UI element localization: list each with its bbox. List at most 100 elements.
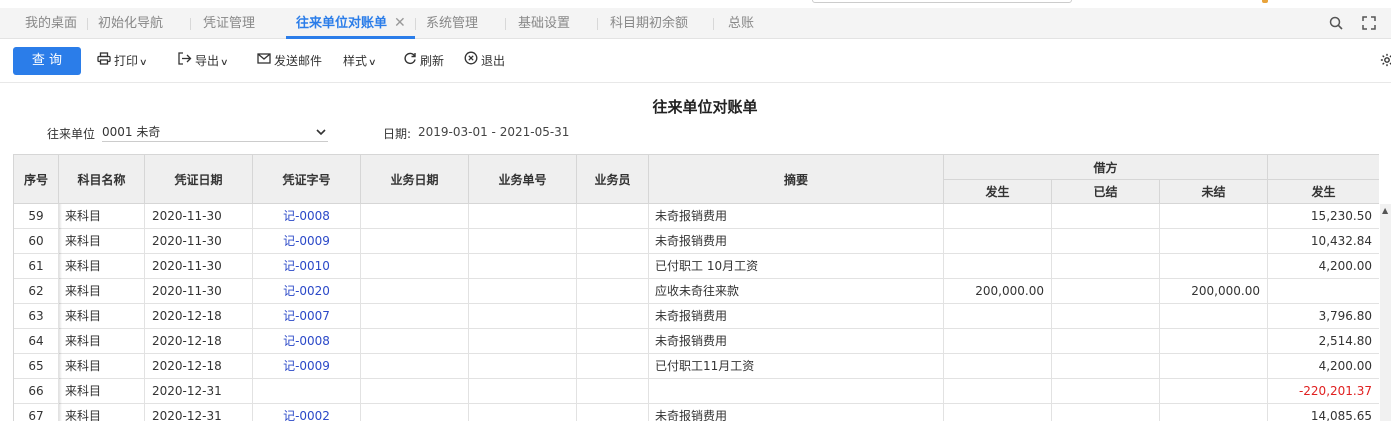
tab-init-nav[interactable]: 初始化导航 bbox=[98, 8, 163, 39]
cell-debit-amount bbox=[944, 404, 1052, 421]
cell-biz-date bbox=[361, 304, 469, 329]
send-email-button[interactable]: 发送邮件 bbox=[257, 40, 322, 83]
style-button[interactable]: 样式∨ bbox=[343, 40, 377, 83]
header-debit-settled[interactable]: 已结 bbox=[1052, 179, 1160, 203]
cell-credit-amount: 4,200.00 bbox=[1268, 254, 1379, 279]
cell-account: 来科目 bbox=[59, 354, 145, 379]
cell-account: 来科目 bbox=[59, 404, 145, 421]
header-staff[interactable]: 业务员 bbox=[577, 155, 649, 203]
cell-debit-settled bbox=[1052, 404, 1160, 421]
tab-basic-settings[interactable]: 基础设置 bbox=[518, 8, 570, 39]
cell-summary: 已付职工11月工资 bbox=[649, 354, 944, 379]
table-row[interactable]: 62 来科目 2020-11-30 记-0020 应收未奇往来款 200,000.00 20… bbox=[14, 279, 1379, 304]
cell-summary: 未奇报销费用 bbox=[649, 204, 944, 229]
search-icon[interactable] bbox=[1329, 16, 1343, 34]
cell-debit-unsettled bbox=[1160, 379, 1268, 404]
query-button[interactable]: 查 询 bbox=[13, 47, 81, 75]
gear-icon[interactable] bbox=[1380, 52, 1391, 72]
chevron-down-icon bbox=[316, 122, 326, 142]
cell-biz-date bbox=[361, 379, 469, 404]
date-range-value: 2019-03-01 - 2021-05-31 bbox=[418, 125, 570, 139]
refresh-button[interactable]: 刷新 bbox=[403, 40, 444, 83]
cell-voucher-date: 2020-12-18 bbox=[145, 304, 253, 329]
cell-debit-unsettled bbox=[1160, 304, 1268, 329]
unit-select[interactable]: 0001 未奇 bbox=[102, 122, 328, 142]
cell-seq: 64 bbox=[14, 329, 59, 354]
tab-voucher-mgmt[interactable]: 凭证管理 bbox=[203, 8, 255, 39]
cell-voucher-no[interactable]: 记-0007 bbox=[253, 304, 361, 329]
header-debit-amount[interactable]: 发生 bbox=[944, 179, 1052, 203]
cell-credit-amount: 4,200.00 bbox=[1268, 354, 1379, 379]
cell-credit-amount: 15,230.50 bbox=[1268, 204, 1379, 229]
cell-account: 来科目 bbox=[59, 304, 145, 329]
table-row[interactable]: 61 来科目 2020-11-30 记-0010 已付职工 10月工资 4,200.00 bbox=[14, 254, 1379, 279]
cell-summary: 未奇报销费用 bbox=[649, 329, 944, 354]
cell-voucher-date: 2020-12-31 bbox=[145, 379, 253, 404]
printer-icon bbox=[97, 40, 111, 83]
exit-button[interactable]: 退出 bbox=[464, 40, 505, 83]
header-biz-date[interactable]: 业务日期 bbox=[361, 155, 469, 203]
tab-opening-balance[interactable]: 科目期初余额 bbox=[610, 8, 688, 39]
cell-voucher-no[interactable]: 记-0008 bbox=[253, 204, 361, 229]
cell-debit-unsettled bbox=[1160, 229, 1268, 254]
table-row[interactable]: 64 来科目 2020-12-18 记-0008 未奇报销费用 2,514.80 bbox=[14, 329, 1379, 354]
cell-debit-settled bbox=[1052, 329, 1160, 354]
header-biz-no[interactable]: 业务单号 bbox=[469, 155, 577, 203]
cell-debit-unsettled bbox=[1160, 354, 1268, 379]
header-debit-unsettled[interactable]: 未结 bbox=[1160, 179, 1268, 203]
cell-credit-amount: 10,432.84 bbox=[1268, 229, 1379, 254]
address-box[interactable] bbox=[812, 0, 1072, 3]
cell-voucher-no[interactable]: 记-0008 bbox=[253, 329, 361, 354]
header-voucher-no[interactable]: 凭证字号 bbox=[253, 155, 361, 203]
cell-debit-amount bbox=[944, 354, 1052, 379]
header-summary[interactable]: 摘要 bbox=[649, 155, 944, 203]
header-account[interactable]: 科目名称 bbox=[59, 155, 145, 203]
header-credit-amount[interactable]: 发生 bbox=[1268, 179, 1379, 203]
tab-desktop[interactable]: 我的桌面 bbox=[25, 8, 77, 39]
exit-label: 退出 bbox=[481, 54, 506, 68]
table-row[interactable]: 60 来科目 2020-11-30 记-0009 未奇报销费用 10,432.84 bbox=[14, 229, 1379, 254]
unit-select-value: 0001 未奇 bbox=[102, 125, 161, 139]
vertical-scrollbar[interactable]: ▲ bbox=[1380, 204, 1391, 421]
cell-voucher-no[interactable]: 记-0020 bbox=[253, 279, 361, 304]
table-row[interactable]: 63 来科目 2020-12-18 记-0007 未奇报销费用 3,796.80 bbox=[14, 304, 1379, 329]
refresh-icon bbox=[403, 40, 417, 83]
cell-debit-amount bbox=[944, 379, 1052, 404]
header-debit-group: 借方 bbox=[944, 155, 1268, 179]
table-row[interactable]: 65 来科目 2020-12-18 记-0009 已付职工11月工资 4,200.00 bbox=[14, 354, 1379, 379]
cell-voucher-no[interactable]: 记-0009 bbox=[253, 354, 361, 379]
scroll-up-icon[interactable]: ▲ bbox=[1382, 206, 1388, 215]
table-row[interactable]: 66 来科目 2020-12-31 -220,201.37 bbox=[14, 379, 1379, 404]
export-button[interactable]: 导出∨ bbox=[178, 40, 229, 83]
close-circle-icon bbox=[464, 40, 478, 83]
header-credit-group bbox=[1268, 155, 1379, 179]
print-button[interactable]: 打印∨ bbox=[97, 40, 148, 83]
header-seq[interactable]: 序号 bbox=[14, 155, 59, 203]
cell-summary: 已付职工 10月工资 bbox=[649, 254, 944, 279]
cell-debit-amount bbox=[944, 204, 1052, 229]
table-row[interactable]: 67 来科目 2020-12-31 记-0002 未奇报销费用 14,085.65 bbox=[14, 404, 1379, 421]
tab-close-icon[interactable]: ✕ bbox=[394, 8, 406, 39]
tab-separator bbox=[87, 18, 88, 30]
notification-dot bbox=[1262, 0, 1268, 3]
tab-statement[interactable]: 往来单位对账单 bbox=[296, 8, 387, 39]
cell-biz-date bbox=[361, 404, 469, 421]
tab-general-ledger[interactable]: 总账 bbox=[728, 8, 754, 39]
cell-voucher-date: 2020-11-30 bbox=[145, 229, 253, 254]
export-label: 导出 bbox=[195, 54, 220, 68]
cell-debit-unsettled bbox=[1160, 254, 1268, 279]
fullscreen-icon[interactable] bbox=[1362, 16, 1376, 34]
cell-biz-no bbox=[469, 304, 577, 329]
cell-account: 来科目 bbox=[59, 229, 145, 254]
tab-system-mgmt[interactable]: 系统管理 bbox=[426, 8, 478, 39]
cell-biz-date bbox=[361, 204, 469, 229]
cell-voucher-no[interactable]: 记-0010 bbox=[253, 254, 361, 279]
cell-debit-unsettled bbox=[1160, 404, 1268, 421]
cell-voucher-no bbox=[253, 379, 361, 404]
cell-voucher-no[interactable]: 记-0009 bbox=[253, 229, 361, 254]
cell-voucher-no[interactable]: 记-0002 bbox=[253, 404, 361, 421]
header-voucher-date[interactable]: 凭证日期 bbox=[145, 155, 253, 203]
table-row[interactable]: 59 来科目 2020-11-30 记-0008 未奇报销费用 15,230.50 bbox=[14, 204, 1379, 229]
cell-debit-settled bbox=[1052, 354, 1160, 379]
browser-top-strip bbox=[0, 0, 1391, 8]
